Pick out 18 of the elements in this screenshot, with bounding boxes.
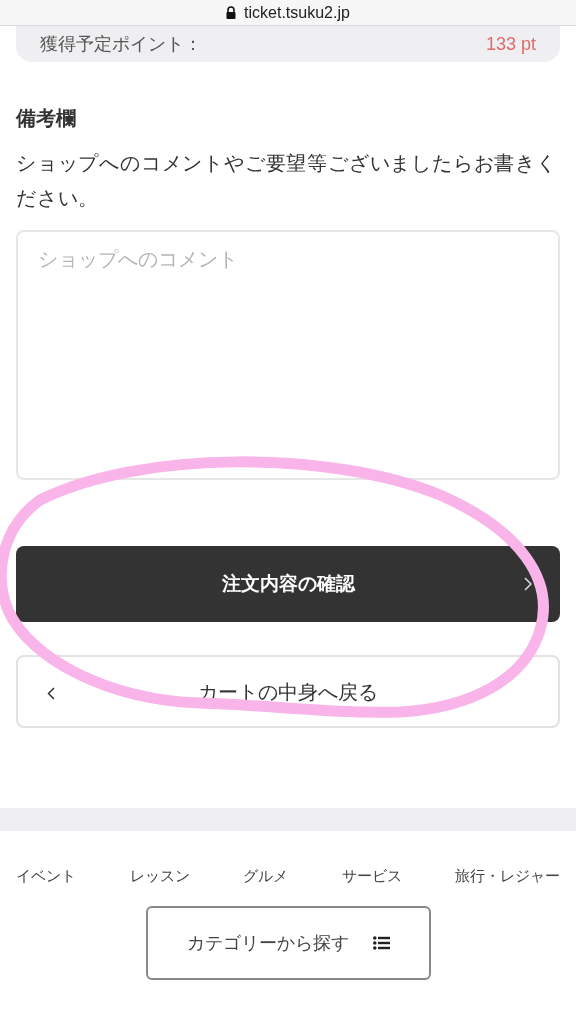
category-link[interactable]: イベント [16,866,76,886]
category-link[interactable]: サービス [341,866,402,886]
chevron-left-icon [47,687,55,700]
category-link[interactable]: レッスン [129,866,190,886]
description-text: ショップへのコメントやご要望等ございましたらお書きください。 [16,151,558,211]
list-icon [372,936,390,950]
chevron-right-icon [524,577,532,591]
lock-icon [226,6,237,19]
category-link[interactable]: グルメ [243,866,288,886]
comment-field[interactable]: ショップへのコメント [16,230,560,480]
confirm-button[interactable]: 注文内容の確認 [16,546,560,622]
category-link[interactable]: 旅行・レジャー [455,866,560,886]
points-label: 獲得予定ポイント： [40,32,202,56]
category-button[interactable]: カテゴリーから探す [145,906,431,980]
points-value: 133 pt [485,32,536,56]
address-bar[interactable]: ticket.tsuku2.jp [0,0,576,26]
url-text: ticket.tsuku2.jp [244,4,350,21]
section-heading: 備考欄 [16,106,77,131]
